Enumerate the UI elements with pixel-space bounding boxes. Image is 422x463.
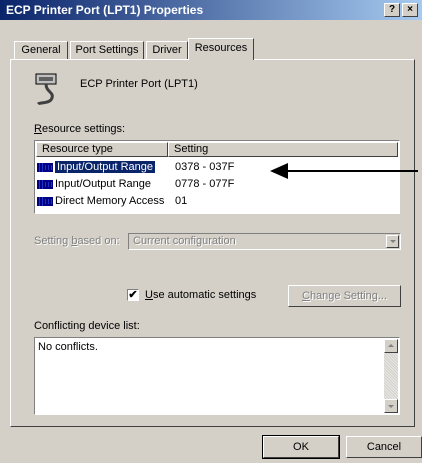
tab-general[interactable]: General: [14, 41, 68, 59]
resource-type: Direct Memory Access: [55, 195, 165, 207]
setting-based-on-label: Setting based on:: [34, 235, 120, 247]
chevron-down-icon[interactable]: [386, 235, 399, 248]
change-setting-button[interactable]: Change Setting...: [288, 285, 401, 307]
conflicting-device-list-label: Conflicting device list:: [34, 320, 140, 332]
ok-button[interactable]: OK: [262, 435, 340, 459]
scroll-down-icon[interactable]: [384, 399, 398, 413]
conflicting-device-list[interactable]: No conflicts.: [34, 337, 400, 415]
tab-port-settings[interactable]: Port Settings: [70, 41, 144, 59]
use-automatic-settings-label: Use automatic settings: [145, 289, 257, 301]
window-title: ECP Printer Port (LPT1) Properties: [6, 3, 204, 17]
setting-based-on-select[interactable]: Current configuration: [128, 233, 401, 250]
help-button[interactable]: ?: [384, 3, 400, 17]
resource-row[interactable]: Input/Output Range 0778 - 077F: [37, 177, 397, 192]
annotation-arrow-line: [286, 170, 418, 172]
column-header-resource-type[interactable]: Resource type: [36, 142, 168, 157]
annotation-arrow-icon: [270, 163, 288, 179]
conflicts-text: No conflicts.: [38, 341, 98, 353]
resource-row[interactable]: Input/Output Range 0378 - 037F: [37, 160, 397, 175]
device-name: ECP Printer Port (LPT1): [80, 78, 198, 90]
column-header-setting[interactable]: Setting: [168, 142, 398, 157]
use-automatic-settings-checkbox[interactable]: ✔: [127, 289, 139, 301]
setting-based-on-value: Current configuration: [133, 235, 236, 247]
cancel-button[interactable]: Cancel: [346, 436, 422, 458]
port-icon: [35, 73, 57, 106]
resource-setting: 0378 - 037F: [175, 161, 235, 173]
resource-list[interactable]: Resource type Setting Input/Output Range…: [34, 140, 400, 214]
resource-setting: 0778 - 077F: [175, 178, 235, 190]
title-bar[interactable]: ECP Printer Port (LPT1) Properties ? ×: [0, 0, 422, 20]
vertical-scrollbar[interactable]: [384, 339, 398, 413]
resource-type: Input/Output Range: [55, 178, 152, 190]
resource-chip-icon: [37, 162, 53, 172]
tab-driver[interactable]: Driver: [146, 41, 188, 59]
resource-type: Input/Output Range: [55, 161, 156, 173]
resource-row[interactable]: Direct Memory Access 01: [37, 194, 397, 209]
resource-setting: 01: [175, 195, 188, 207]
resource-chip-icon: [37, 179, 53, 189]
close-button[interactable]: ×: [402, 3, 418, 17]
scroll-up-icon[interactable]: [384, 339, 398, 353]
tab-resources[interactable]: Resources: [188, 38, 254, 60]
resource-settings-label: Resource settings:: [34, 123, 126, 135]
resource-chip-icon: [37, 196, 53, 206]
